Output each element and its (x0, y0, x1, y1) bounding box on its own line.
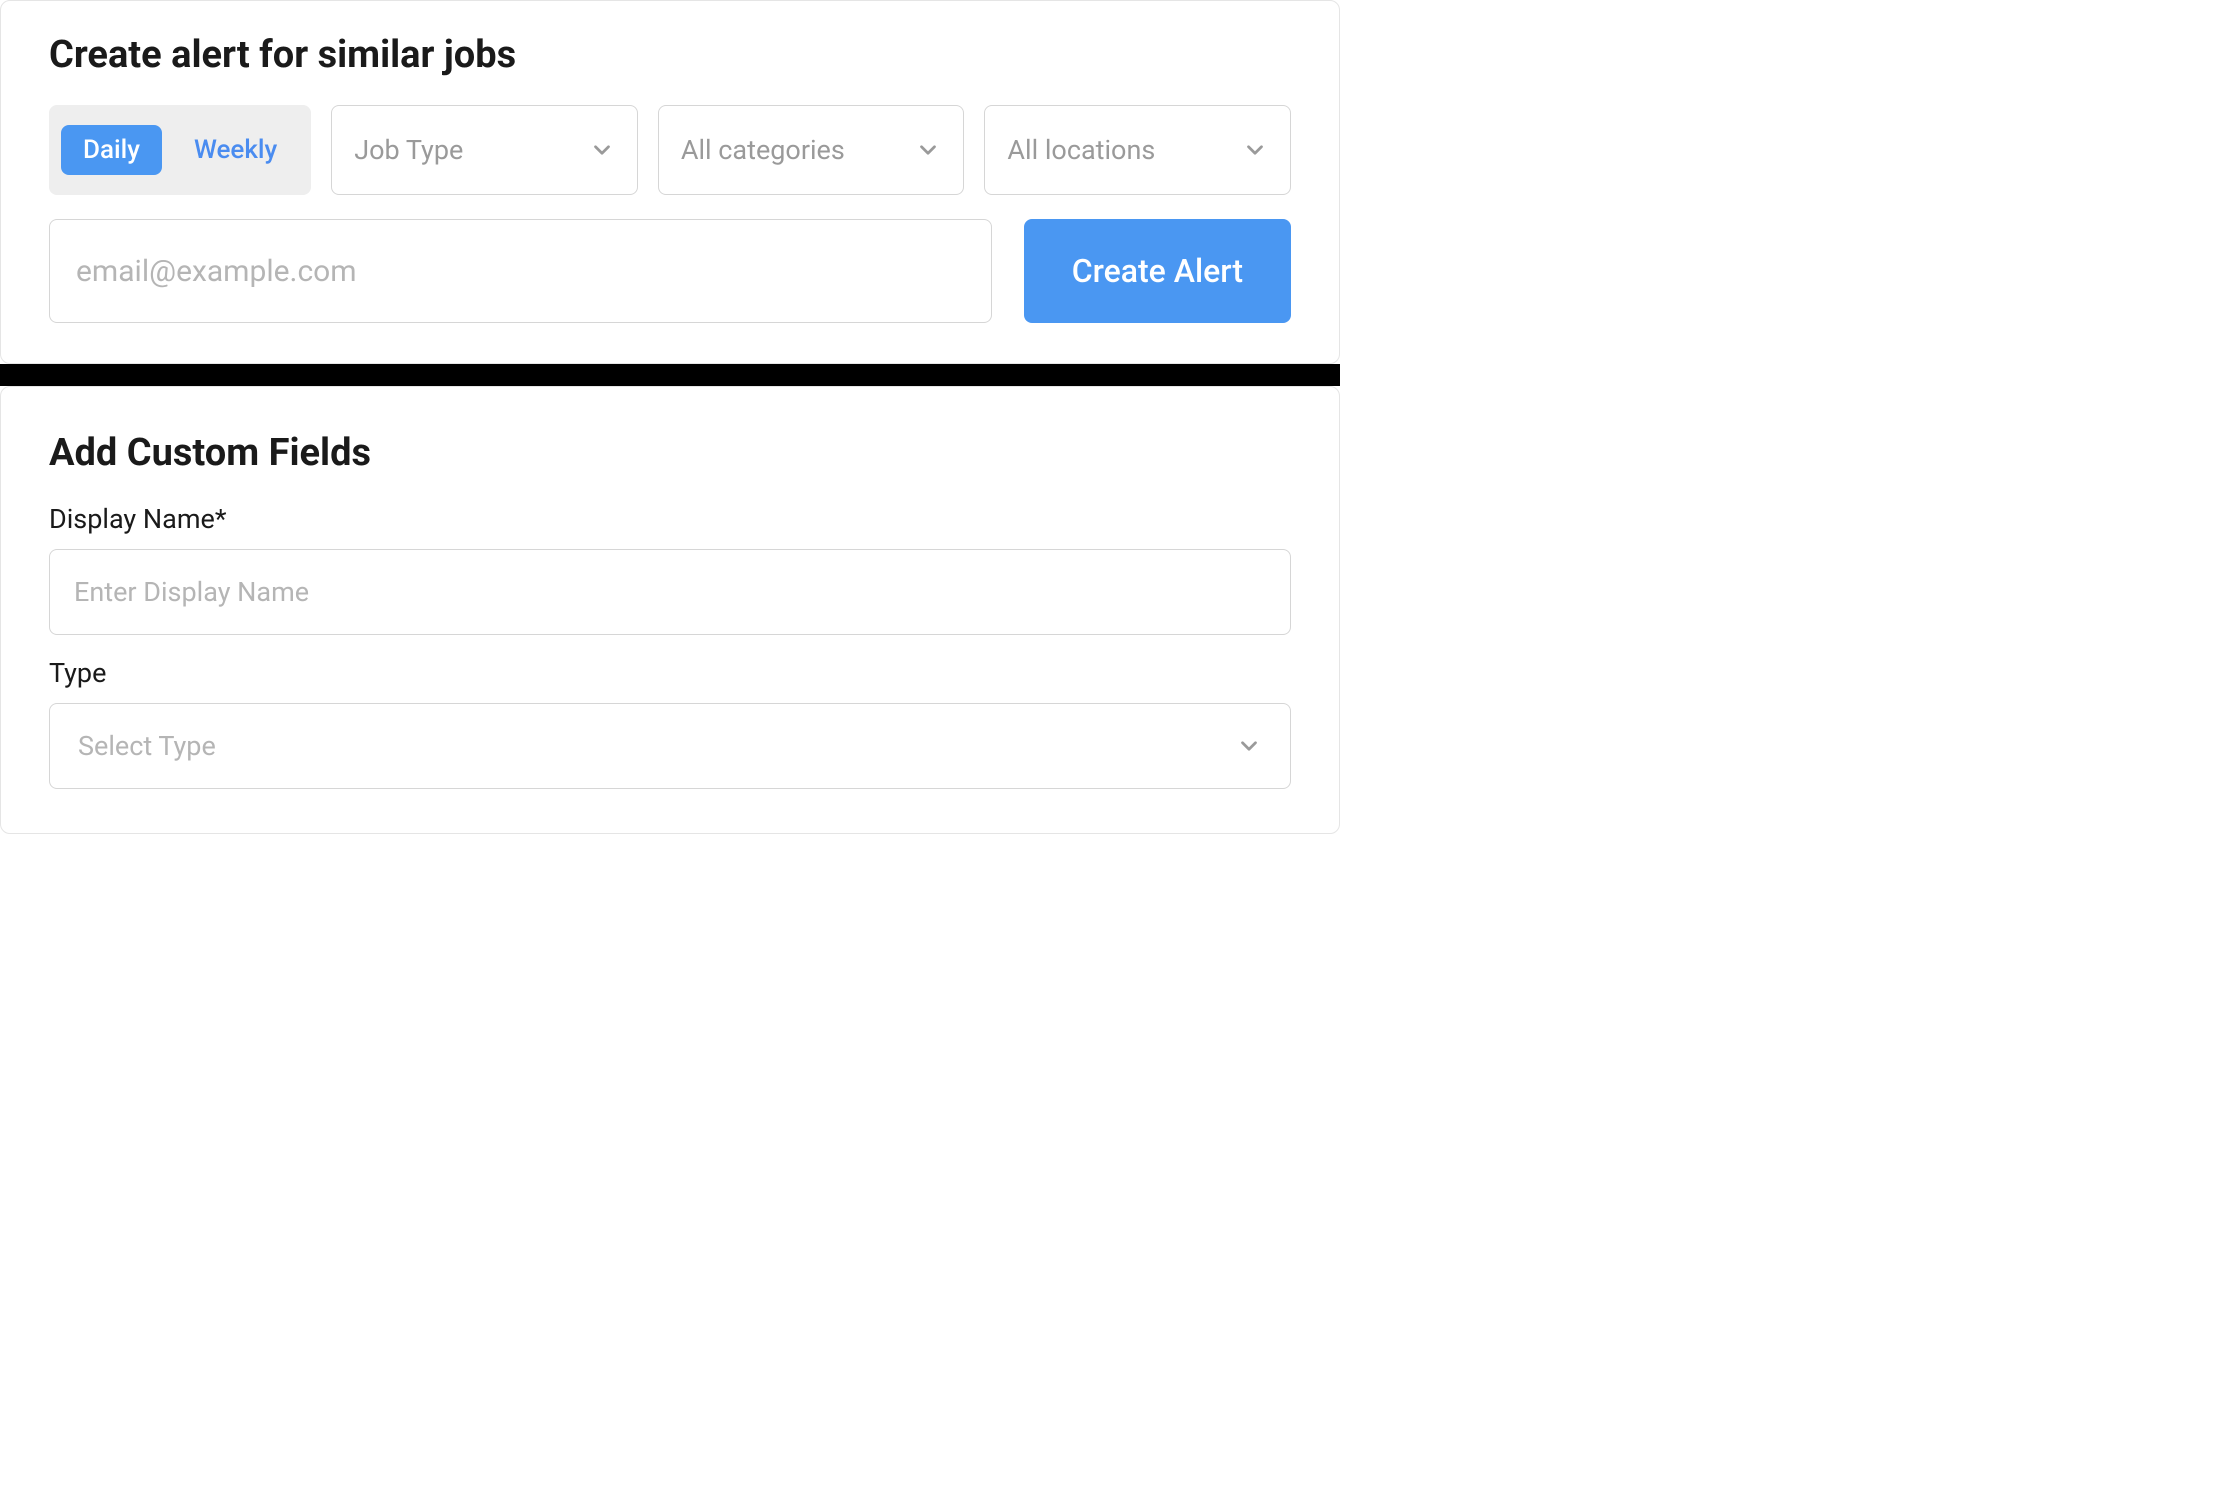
frequency-segmented: Daily Weekly (49, 105, 311, 195)
categories-dropdown-label: All categories (681, 134, 845, 166)
chevron-down-icon (1242, 137, 1268, 163)
type-label: Type (49, 657, 1291, 689)
locations-dropdown[interactable]: All locations (984, 105, 1291, 195)
locations-dropdown-label: All locations (1007, 134, 1155, 166)
categories-dropdown[interactable]: All categories (658, 105, 965, 195)
chevron-down-icon (915, 137, 941, 163)
frequency-daily-button[interactable]: Daily (61, 125, 162, 175)
display-name-input[interactable] (49, 549, 1291, 635)
create-alert-title: Create alert for similar jobs (49, 33, 1291, 77)
custom-fields-title: Add Custom Fields (49, 431, 1291, 475)
frequency-weekly-button[interactable]: Weekly (172, 125, 299, 175)
type-select[interactable]: Select Type (49, 703, 1291, 789)
panel-divider (0, 364, 1340, 386)
create-alert-panel: Create alert for similar jobs Daily Week… (0, 0, 1340, 364)
display-name-field-group: Display Name* (49, 503, 1291, 635)
email-input[interactable] (49, 219, 992, 323)
alert-controls-row: Daily Weekly Job Type All categories All… (49, 105, 1291, 195)
email-row: Create Alert (49, 219, 1291, 323)
type-select-placeholder: Select Type (78, 730, 216, 762)
custom-fields-panel: Add Custom Fields Display Name* Type Sel… (0, 386, 1340, 834)
create-alert-button[interactable]: Create Alert (1024, 219, 1291, 323)
chevron-down-icon (1236, 733, 1262, 759)
chevron-down-icon (589, 137, 615, 163)
display-name-label: Display Name* (49, 503, 1291, 535)
job-type-dropdown-label: Job Type (354, 134, 463, 166)
job-type-dropdown[interactable]: Job Type (331, 105, 638, 195)
type-field-group: Type Select Type (49, 657, 1291, 789)
